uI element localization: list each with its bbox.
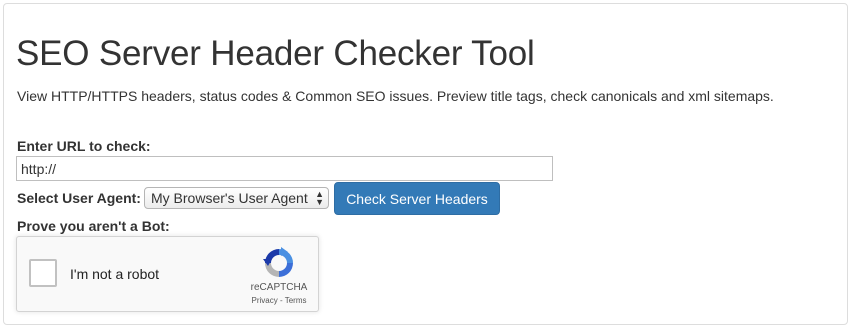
recaptcha-privacy-terms-links[interactable]: Privacy - Terms <box>245 296 313 305</box>
recaptcha-logo-icon <box>263 247 293 277</box>
page-subtitle: View HTTP/HTTPS headers, status codes & … <box>17 88 774 104</box>
tool-panel: SEO Server Header Checker Tool View HTTP… <box>3 3 848 325</box>
user-agent-select[interactable]: My Browser's User Agent ▲ ▼ <box>144 187 329 209</box>
check-server-headers-button[interactable]: Check Server Headers <box>334 182 500 215</box>
url-label: Enter URL to check: <box>17 138 151 154</box>
recaptcha-checkbox[interactable] <box>29 259 57 287</box>
select-arrows-icon: ▲ ▼ <box>315 189 324 207</box>
user-agent-selected-value: My Browser's User Agent <box>151 190 308 206</box>
recaptcha-checkbox-label: I'm not a robot <box>70 266 160 282</box>
user-agent-label: Select User Agent: <box>17 190 141 206</box>
recaptcha-brand: reCAPTCHA <box>250 282 308 293</box>
page-title: SEO Server Header Checker Tool <box>16 34 535 73</box>
recaptcha-widget: I'm not a robot reCAPTCHA Privacy - Term… <box>16 236 319 312</box>
url-input[interactable] <box>16 156 553 181</box>
bot-check-label: Prove you aren't a Bot: <box>17 218 170 234</box>
